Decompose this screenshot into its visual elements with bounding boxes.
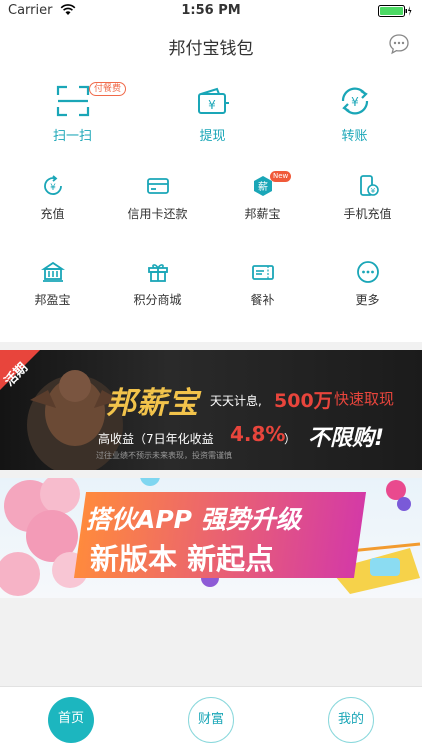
transfer-button[interactable]: ¥ 转账 [302, 84, 407, 144]
banner-slogan: 天天计息, [210, 394, 262, 408]
battery-icon [378, 5, 412, 17]
withdraw-icon: ¥ [197, 87, 229, 114]
more-icon [356, 261, 379, 283]
banner-yield-close: ） [284, 432, 297, 446]
svg-text:薪: 薪 [258, 181, 268, 193]
credit-card-label: 信用卡还款 [127, 207, 188, 221]
pay-meal-badge: 付餐费 [89, 82, 127, 96]
recharge-icon: ¥ [43, 175, 62, 195]
salary-treasure-button[interactable]: 薪 邦薪宝 New [210, 171, 315, 222]
new-badge: New [270, 171, 292, 182]
meal-ticket-icon [251, 265, 274, 280]
bank-button[interactable]: 邦盈宝 [0, 260, 105, 308]
svg-text:¥: ¥ [208, 98, 216, 112]
bank-label: 邦盈宝 [34, 293, 71, 307]
phone-recharge-button[interactable]: ¥ 手机充值 [315, 174, 420, 222]
banner-brand: 邦薪宝 [106, 386, 199, 421]
tab-bar: 首页 财富 我的 [0, 686, 422, 750]
credit-card-icon [146, 178, 169, 194]
app-upgrade-banner[interactable]: 搭伙APP 强势升级 新版本 新起点 [0, 478, 422, 598]
withdraw-button[interactable]: ¥ 提现 [160, 84, 265, 144]
salary-treasure-label: 邦薪宝 [244, 207, 281, 221]
status-time: 1:56 PM [181, 3, 241, 18]
phone-recharge-label: 手机充值 [343, 207, 392, 221]
svg-text:¥: ¥ [370, 187, 375, 195]
function-grid: 扫一扫 付餐费 ¥ 提现 ¥ 转账 ¥ 充值 信用卡还款 薪 邦薪宝 New ¥… [0, 66, 422, 342]
scan-icon [56, 85, 89, 117]
chat-bubble-icon[interactable] [388, 33, 410, 55]
banner-amount-suffix: 快速取现 [334, 390, 395, 408]
banner-amount: 500万 [274, 390, 333, 412]
upgrade-line2: 新版本 新起点 [90, 542, 275, 576]
points-mall-label: 积分商城 [133, 293, 182, 307]
withdraw-label: 提现 [199, 129, 226, 144]
meal-subsidy-button[interactable]: 餐补 [210, 260, 315, 308]
recharge-label: 充值 [40, 207, 65, 221]
points-mall-button[interactable]: 积分商城 [105, 260, 210, 308]
phone-recharge-icon: ¥ [359, 175, 379, 196]
scan-button[interactable]: 扫一扫 付餐费 [20, 82, 127, 144]
banner-disclaimer: 过往业绩不预示未来表现，投资需谨慎 [96, 451, 232, 460]
upgrade-line1: 搭伙APP 强势升级 [86, 505, 301, 534]
status-bar: Carrier 1:56 PM [0, 0, 422, 22]
salary-treasure-banner[interactable]: 活期 邦薪宝 天天计息, 500万 快速取现 高收益（7日年化收益 4.8% ）… [0, 350, 422, 470]
svg-text:¥: ¥ [351, 95, 359, 109]
tab-wealth[interactable]: 财富 [188, 697, 234, 743]
more-button[interactable]: 更多 [315, 260, 420, 308]
page-title: 邦付宝钱包 [168, 39, 254, 59]
recharge-button[interactable]: ¥ 充值 [0, 174, 105, 222]
banner-unlimited: 不限购! [308, 426, 385, 451]
navigation-bar: 邦付宝钱包 [0, 22, 422, 66]
bank-icon [40, 261, 65, 282]
more-label: 更多 [355, 293, 380, 307]
credit-card-button[interactable]: 信用卡还款 [105, 174, 210, 222]
transfer-icon: ¥ [341, 87, 368, 115]
svg-text:¥: ¥ [50, 183, 56, 193]
gift-icon [147, 264, 168, 282]
banner-yield-label: 高收益（7日年化收益 [98, 432, 214, 446]
meal-subsidy-label: 餐补 [250, 293, 275, 307]
tab-home[interactable]: 首页 [48, 697, 94, 743]
scan-label: 扫一扫 [52, 129, 92, 144]
transfer-label: 转账 [341, 129, 368, 144]
banner-yield-value: 4.8% [230, 422, 286, 446]
tab-mine[interactable]: 我的 [328, 697, 374, 743]
